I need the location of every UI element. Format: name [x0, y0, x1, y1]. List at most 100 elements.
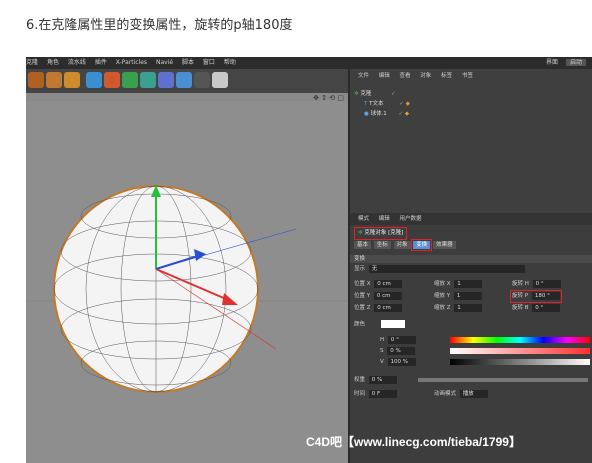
- menu-xparticles[interactable]: X-Particles: [116, 59, 147, 66]
- watermark: C4D吧【www.linecg.com/tieba/1799】: [306, 435, 521, 449]
- v-row: V 100 %: [380, 358, 416, 367]
- om-menu-view[interactable]: 查看: [400, 73, 411, 79]
- menu-bar: 克隆 角色 流水线 插件 X-Particles Navié 脚本 窗口 帮助 …: [26, 57, 592, 69]
- anim-mode-dropdown[interactable]: 播放: [459, 390, 488, 398]
- anim-mode-label: 动画模式: [434, 391, 457, 397]
- scene-icon[interactable]: [176, 72, 192, 88]
- om-menu-edit[interactable]: 编辑: [379, 73, 390, 79]
- weight-slider[interactable]: [418, 378, 588, 382]
- menu-script[interactable]: 脚本: [182, 59, 194, 66]
- h-field[interactable]: 0 °: [387, 336, 416, 344]
- display-row: 显示 无: [354, 265, 525, 274]
- menu-help[interactable]: 帮助: [224, 59, 236, 66]
- object-row-sphere[interactable]: ● 球体.1 ✓ ◆: [364, 109, 409, 119]
- am-menu-mode[interactable]: 模式: [358, 216, 369, 222]
- menu-window[interactable]: 窗口: [203, 59, 215, 66]
- om-menu-bookmarks[interactable]: 书签: [462, 73, 473, 79]
- 3d-viewport[interactable]: [26, 101, 348, 463]
- render-view-icon[interactable]: [64, 72, 80, 88]
- am-menu-edit[interactable]: 编辑: [379, 216, 390, 222]
- rotation-b-field[interactable]: 0 °: [532, 304, 561, 312]
- visibility-check-icon[interactable]: ✓: [399, 101, 404, 107]
- nurbs-icon[interactable]: [122, 72, 138, 88]
- light-icon[interactable]: [212, 72, 228, 88]
- scale-z-field[interactable]: 1: [454, 304, 483, 312]
- rotation-h-field[interactable]: 0 °: [532, 280, 561, 288]
- menu-clone[interactable]: 克隆: [26, 59, 38, 66]
- scale-z-row: 缩放 Z 1: [434, 304, 483, 313]
- visibility-check-icon[interactable]: ✓: [391, 91, 396, 97]
- tab-effectors[interactable]: 效果器: [433, 241, 456, 249]
- weight-row: 权重 0 %: [354, 376, 397, 385]
- menu-character[interactable]: 角色: [47, 59, 59, 66]
- om-menu-tags[interactable]: 标签: [441, 73, 452, 79]
- cube-icon[interactable]: [86, 72, 102, 88]
- color-swatch[interactable]: [380, 320, 405, 328]
- position-y-row: 位置 Y 0 cm: [354, 292, 402, 301]
- spline-icon[interactable]: [104, 72, 120, 88]
- time-label: 时间: [354, 391, 366, 397]
- hue-bar[interactable]: [450, 337, 590, 343]
- s-label: S: [380, 348, 384, 354]
- color-label: 颜色: [354, 321, 366, 328]
- om-menu-object[interactable]: 对象: [420, 73, 431, 79]
- weight-field[interactable]: 0 %: [368, 376, 397, 384]
- tutorial-caption: 6.在克隆属性里的变换属性，旋转的p轴180度: [26, 18, 293, 33]
- object-title-label: 克隆对象 [克隆]: [364, 230, 404, 236]
- rotation-b-row: 旋转 B 0 °: [512, 304, 561, 313]
- camera-icon[interactable]: [194, 72, 210, 88]
- s-field[interactable]: 0 %: [387, 347, 416, 355]
- saturation-bar[interactable]: [450, 348, 590, 354]
- scale-x-field[interactable]: 1: [454, 280, 483, 288]
- color-row: 颜色: [354, 320, 405, 329]
- s-row: S 0 %: [380, 347, 416, 356]
- layout-label: 界面: [546, 59, 559, 66]
- position-x-field[interactable]: 0 cm: [374, 280, 403, 288]
- rotation-label: 旋转: [512, 305, 524, 311]
- tag-icon[interactable]: ◆: [405, 111, 409, 117]
- c4d-window: 克隆 角色 流水线 插件 X-Particles Navié 脚本 窗口 帮助 …: [26, 57, 592, 463]
- sphere-icon: ●: [364, 111, 369, 117]
- position-z-field[interactable]: 0 cm: [374, 304, 403, 312]
- cloner-icon: ✲: [354, 91, 359, 97]
- time-field[interactable]: 0 F: [368, 390, 397, 398]
- object-row-label: T文本: [369, 101, 384, 107]
- position-label: 位置: [354, 281, 366, 287]
- tab-transform[interactable]: 变换: [411, 239, 433, 251]
- tag-icon[interactable]: ◆: [406, 101, 410, 107]
- v-field[interactable]: 100 %: [387, 358, 416, 366]
- display-dropdown[interactable]: 无: [368, 265, 525, 273]
- edit-render-icon[interactable]: [46, 72, 62, 88]
- scale-label: 缩放: [434, 281, 446, 287]
- scale-label: 缩放: [434, 305, 446, 311]
- om-menu-file[interactable]: 文件: [358, 73, 369, 79]
- anim-mode-row: 动画模式 播放: [434, 390, 488, 399]
- viewport-header: ✥ ↕ ⟲ ▢: [26, 93, 348, 102]
- scale-y-field[interactable]: 1: [453, 292, 482, 300]
- am-menu-userdata[interactable]: 用户数据: [400, 216, 422, 222]
- layout-dropdown[interactable]: 启动: [565, 59, 586, 66]
- display-label: 显示: [354, 266, 366, 272]
- position-label: 位置: [354, 293, 366, 299]
- rotation-p-field[interactable]: 180 °: [531, 292, 560, 300]
- menu-navie[interactable]: Navié: [156, 59, 173, 66]
- object-row-label: 球体.1: [370, 111, 387, 117]
- object-row-text[interactable]: T T文本 ✓ ◆: [364, 99, 410, 109]
- object-row-label: 克隆: [360, 91, 372, 97]
- menu-pipeline[interactable]: 流水线: [68, 59, 86, 66]
- tab-object[interactable]: 对象: [393, 241, 411, 249]
- deformer-icon[interactable]: [158, 72, 174, 88]
- rotation-label: 旋转: [512, 293, 524, 299]
- object-row-cloner[interactable]: ✲ 克隆 ✓: [354, 89, 396, 99]
- tab-coord[interactable]: 坐标: [373, 241, 391, 249]
- menu-plugins[interactable]: 插件: [95, 59, 107, 66]
- tab-basic[interactable]: 基本: [354, 241, 372, 249]
- visibility-check-icon[interactable]: ✓: [399, 111, 404, 117]
- mograph-icon[interactable]: [140, 72, 156, 88]
- render-settings-icon[interactable]: [28, 72, 44, 88]
- text-object-icon: T: [364, 101, 368, 107]
- scale-x-row: 缩放 X 1: [434, 280, 483, 289]
- position-y-field[interactable]: 0 cm: [373, 292, 402, 300]
- h-label: H: [380, 337, 385, 343]
- value-bar[interactable]: [450, 359, 590, 365]
